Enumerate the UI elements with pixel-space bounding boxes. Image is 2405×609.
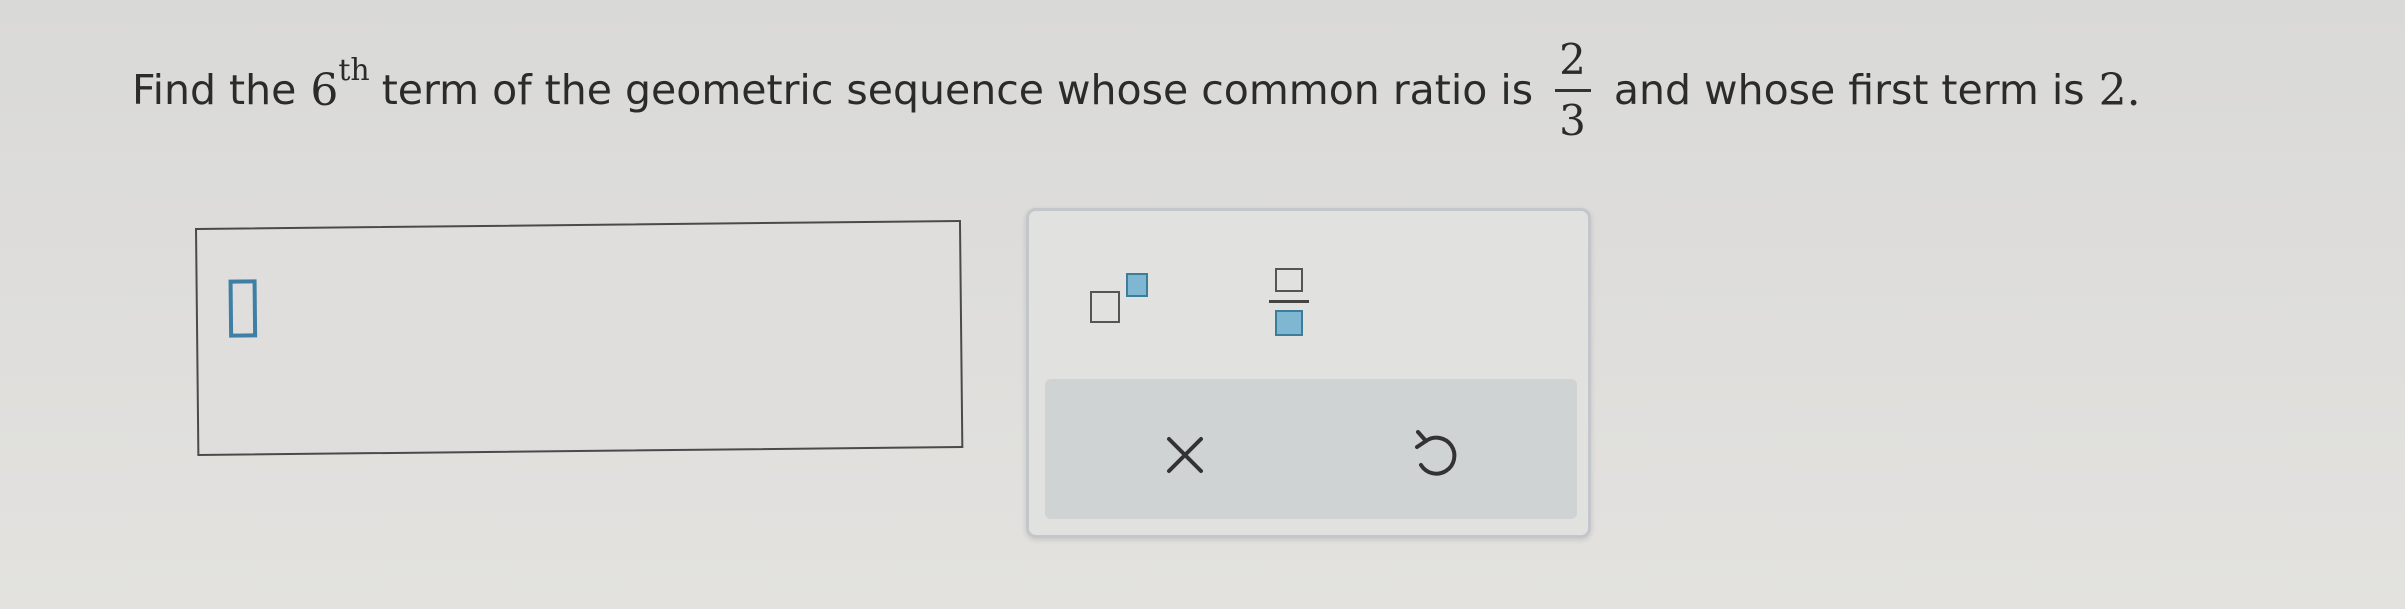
question-prefix: Find the [132, 66, 297, 114]
exponent-key[interactable] [1084, 261, 1164, 331]
question-end: . [2126, 64, 2141, 116]
math-keypad [1026, 208, 1591, 538]
fraction-key[interactable] [1263, 256, 1323, 336]
ratio-numerator: 2 [1559, 34, 1586, 84]
input-cursor-placeholder[interactable] [228, 279, 258, 338]
keypad-action-bar [1045, 379, 1577, 519]
question-middle: term of the geometric sequence whose com… [381, 66, 1534, 114]
denominator-placeholder-icon [1275, 310, 1303, 336]
undo-button[interactable] [1395, 419, 1475, 489]
question-text: Find the 6 th term of the geometric sequ… [132, 34, 2141, 145]
term-number: 6 [310, 64, 339, 116]
numerator-placeholder-icon [1275, 268, 1303, 292]
superscript-placeholder-icon [1126, 273, 1148, 297]
undo-icon [1415, 430, 1457, 476]
question-after-ratio: and whose first term is [1613, 66, 2085, 114]
close-icon [1167, 437, 1203, 473]
ratio-fraction: 2 3 [1553, 34, 1592, 145]
base-placeholder-icon [1090, 291, 1120, 323]
fraction-line-icon [1269, 300, 1309, 303]
first-term-value: 2 [2098, 64, 2127, 116]
clear-button[interactable] [1145, 419, 1225, 489]
term-suffix: th [338, 52, 370, 88]
ratio-denominator: 3 [1559, 95, 1586, 145]
answer-input[interactable] [195, 219, 964, 456]
